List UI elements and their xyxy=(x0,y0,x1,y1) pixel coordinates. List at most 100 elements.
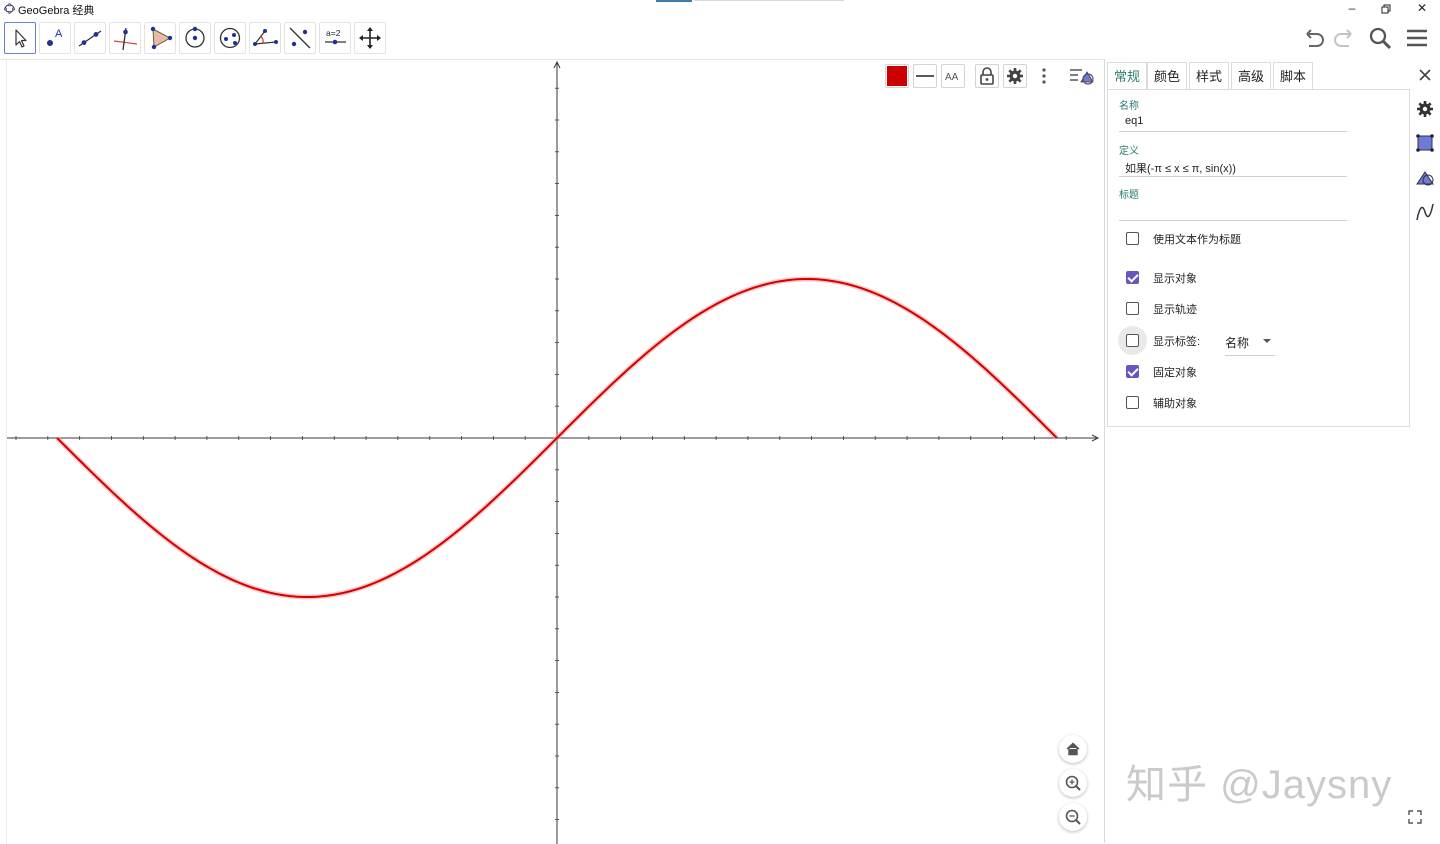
chevron-down-icon xyxy=(1263,339,1271,343)
window-tab-indicator xyxy=(656,0,692,2)
show-label-label: 显示标签: xyxy=(1153,336,1201,348)
color-swatch xyxy=(887,66,907,86)
definition-label: 定义 xyxy=(1119,146,1139,157)
home-icon xyxy=(1066,742,1080,756)
label-mode-dropdown[interactable]: 名称 xyxy=(1225,332,1275,356)
auxiliary-object-label: 辅助对象 xyxy=(1153,398,1197,410)
label-style-glyph: AA xyxy=(945,72,959,83)
move-view-tool-button[interactable] xyxy=(354,22,386,54)
name-field[interactable]: eq1 xyxy=(1125,115,1143,127)
polygon-icon xyxy=(150,26,173,50)
function-plot[interactable] xyxy=(0,60,1104,844)
gear-icon xyxy=(1417,101,1433,117)
show-label-checkbox[interactable] xyxy=(1126,334,1139,347)
algebra-shapes-icon xyxy=(1416,171,1434,186)
minimize-button[interactable]: – xyxy=(1337,0,1367,18)
slider-icon: a=2 xyxy=(325,28,346,45)
name-label: 名称 xyxy=(1119,101,1139,112)
point-tool-glyph: A xyxy=(55,28,63,40)
slider-tool-glyph: a=2 xyxy=(326,28,341,38)
side-graphics-button[interactable] xyxy=(1414,132,1436,154)
reflect-tool-button[interactable] xyxy=(284,22,316,54)
lock-button[interactable] xyxy=(975,64,999,88)
more-options-button[interactable] xyxy=(1037,66,1051,86)
redo-button[interactable] xyxy=(1330,24,1358,52)
title-bar: GeoGebra 经典 – ✕ xyxy=(0,0,1440,18)
show-trace-label: 显示轨迹 xyxy=(1153,304,1197,316)
gear-icon xyxy=(1007,68,1023,84)
show-object-checkbox[interactable] xyxy=(1126,271,1139,284)
home-view-button[interactable] xyxy=(1059,735,1087,763)
undo-icon xyxy=(1306,29,1324,47)
redo-icon xyxy=(1334,29,1352,47)
tab-advanced[interactable]: 高级 xyxy=(1231,62,1272,89)
tab-style[interactable]: 样式 xyxy=(1189,62,1230,89)
close-window-button[interactable]: ✕ xyxy=(1407,0,1437,18)
zoom-out-icon xyxy=(1065,809,1081,825)
graphics-view[interactable] xyxy=(0,59,1104,844)
window-title: GeoGebra 经典 xyxy=(18,5,95,17)
tab-color[interactable]: 颜色 xyxy=(1147,62,1188,89)
use-text-as-caption-checkbox[interactable] xyxy=(1126,232,1139,245)
toggle-stylebar-icon xyxy=(1070,69,1094,85)
fullscreen-icon xyxy=(1408,810,1422,824)
caption-label: 标题 xyxy=(1119,190,1139,201)
side-function-button[interactable] xyxy=(1414,201,1436,223)
reflect-about-line-icon xyxy=(289,27,311,49)
more-vertical-icon xyxy=(1042,68,1046,84)
definition-field[interactable]: 如果(-π ≤ x ≤ π, sin(x)) xyxy=(1125,160,1236,176)
line-tool-button[interactable] xyxy=(74,22,106,54)
color-swatch-button[interactable] xyxy=(885,64,909,88)
angle-tool-button[interactable] xyxy=(249,22,281,54)
line-through-points-icon xyxy=(78,30,102,47)
tab-basic[interactable]: 常规 xyxy=(1107,62,1148,89)
label-mode-value: 名称 xyxy=(1225,336,1250,350)
watermark: 知乎 @Jaysny xyxy=(1126,763,1393,807)
point-icon: A xyxy=(47,28,63,46)
auxiliary-object-checkbox[interactable] xyxy=(1126,396,1139,409)
zoom-in-button[interactable] xyxy=(1059,769,1087,797)
fix-object-checkbox[interactable] xyxy=(1126,365,1139,378)
zoom-out-button[interactable] xyxy=(1059,803,1087,831)
use-text-as-caption-label: 使用文本作为标题 xyxy=(1153,234,1241,246)
restore-icon xyxy=(1381,4,1391,14)
close-properties-button[interactable] xyxy=(1416,66,1434,84)
side-algebra-button[interactable] xyxy=(1414,167,1436,189)
ellipse-icon xyxy=(219,27,241,49)
arrow-cursor-icon xyxy=(15,29,27,48)
fullscreen-button[interactable] xyxy=(1406,808,1424,826)
line-style-icon xyxy=(916,75,934,77)
toggle-stylebar-button[interactable] xyxy=(1068,65,1096,87)
ellipse-tool-button[interactable] xyxy=(214,22,246,54)
circle-center-point-icon xyxy=(185,26,205,48)
move-graphics-view-icon xyxy=(359,27,381,49)
tab-scripting[interactable]: 脚本 xyxy=(1273,62,1314,89)
graphics-view-icon xyxy=(1416,134,1434,152)
fix-object-label: 固定对象 xyxy=(1153,367,1197,379)
angle-icon xyxy=(253,29,278,46)
label-style-button[interactable]: AA xyxy=(941,64,965,88)
graphics-style-bar: AA xyxy=(880,60,1102,92)
show-object-label: 显示对象 xyxy=(1153,273,1197,285)
restore-button[interactable] xyxy=(1371,0,1401,18)
main-menu-button[interactable] xyxy=(1403,24,1431,52)
graphics-settings-button[interactable] xyxy=(1003,64,1027,88)
polygon-tool-button[interactable] xyxy=(144,22,176,54)
slider-tool-button[interactable]: a=2 xyxy=(319,22,351,54)
circle-tool-button[interactable] xyxy=(179,22,211,54)
menu-icon xyxy=(1407,29,1427,47)
perpendicular-tool-button[interactable] xyxy=(109,22,141,54)
geogebra-logo-icon xyxy=(4,3,15,14)
line-style-button[interactable] xyxy=(913,64,937,88)
search-button[interactable] xyxy=(1366,24,1394,52)
name-field-underline xyxy=(1119,131,1347,132)
move-tool-button[interactable] xyxy=(4,22,36,54)
undo-button[interactable] xyxy=(1300,24,1328,52)
show-trace-checkbox[interactable] xyxy=(1126,302,1139,315)
point-tool-button[interactable]: A xyxy=(39,22,71,54)
axes xyxy=(7,60,1100,844)
definition-field-underline xyxy=(1119,176,1347,177)
function-icon xyxy=(1416,203,1434,221)
side-settings-button[interactable] xyxy=(1414,98,1436,120)
zoom-in-icon xyxy=(1065,775,1081,791)
